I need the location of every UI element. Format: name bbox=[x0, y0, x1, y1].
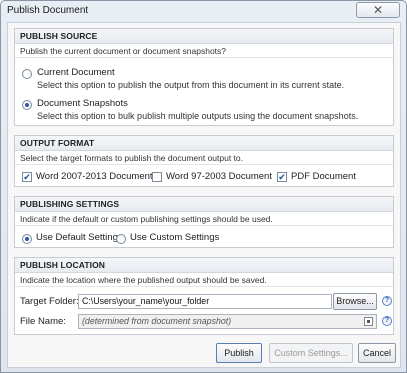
custom-settings-label[interactable]: Use Custom Settings bbox=[130, 232, 219, 243]
title-bar: Publish Document ✕ bbox=[1, 1, 406, 21]
current-document-label[interactable]: Current Document bbox=[37, 67, 115, 78]
file-name-label: File Name: bbox=[20, 316, 66, 327]
publish-source-description: Publish the current document or document… bbox=[15, 44, 393, 58]
checkmark-icon: ✔ bbox=[23, 172, 31, 182]
current-document-description: Select this option to publish the output… bbox=[37, 80, 345, 90]
target-folder-help-icon[interactable]: ? bbox=[382, 296, 392, 306]
word-97-checkbox[interactable] bbox=[152, 172, 162, 182]
file-name-input[interactable]: (determined from document snapshot) bbox=[78, 314, 377, 329]
file-name-picker-icon[interactable] bbox=[364, 317, 373, 326]
target-folder-label: Target Folder: bbox=[20, 296, 79, 307]
document-snapshots-label[interactable]: Document Snapshots bbox=[37, 98, 128, 109]
publish-document-dialog: Publish Document ✕ PUBLISH SOURCE Publis… bbox=[0, 0, 407, 373]
current-document-radio[interactable] bbox=[22, 69, 32, 79]
document-snapshots-radio[interactable] bbox=[22, 100, 32, 110]
publish-location-description: Indicate the location where the publishe… bbox=[15, 273, 393, 287]
publish-button[interactable]: Publish bbox=[216, 343, 262, 363]
close-button[interactable]: ✕ bbox=[356, 2, 400, 18]
output-format-group: OUTPUT FORMAT Select the target formats … bbox=[14, 135, 394, 187]
dialog-body: PUBLISH SOURCE Publish the current docum… bbox=[7, 22, 401, 368]
word-2007-label[interactable]: Word 2007-2013 Document bbox=[36, 171, 153, 182]
target-folder-input[interactable]: C:\Users\your_name\your_folder bbox=[78, 294, 332, 309]
dialog-title: Publish Document bbox=[7, 5, 89, 16]
publish-source-group: PUBLISH SOURCE Publish the current docum… bbox=[14, 28, 394, 126]
pdf-checkbox[interactable]: ✔ bbox=[277, 172, 287, 182]
output-format-description: Select the target formats to publish the… bbox=[15, 151, 393, 165]
word-2007-checkbox[interactable]: ✔ bbox=[22, 172, 32, 182]
checkmark-icon: ✔ bbox=[278, 172, 286, 182]
default-settings-radio[interactable] bbox=[22, 234, 32, 244]
cancel-button[interactable]: Cancel bbox=[358, 343, 396, 363]
publishing-settings-header: PUBLISHING SETTINGS bbox=[15, 197, 393, 212]
document-snapshots-description: Select this option to bulk publish multi… bbox=[37, 111, 359, 121]
publish-location-group: PUBLISH LOCATION Indicate the location w… bbox=[14, 257, 394, 335]
word-97-label[interactable]: Word 97-2003 Document bbox=[166, 171, 272, 182]
file-name-help-icon[interactable]: ? bbox=[382, 316, 392, 326]
publishing-settings-description: Indicate if the default or custom publis… bbox=[15, 212, 393, 226]
pdf-label[interactable]: PDF Document bbox=[291, 171, 356, 182]
custom-settings-button[interactable]: Custom Settings... bbox=[269, 343, 353, 363]
publish-source-header: PUBLISH SOURCE bbox=[15, 29, 393, 44]
browse-button[interactable]: Browse... bbox=[333, 293, 377, 310]
publish-location-header: PUBLISH LOCATION bbox=[15, 258, 393, 273]
output-format-header: OUTPUT FORMAT bbox=[15, 136, 393, 151]
close-icon: ✕ bbox=[372, 3, 384, 17]
custom-settings-radio[interactable] bbox=[116, 234, 126, 244]
default-settings-label[interactable]: Use Default Settings bbox=[36, 232, 123, 243]
publishing-settings-group: PUBLISHING SETTINGS Indicate if the defa… bbox=[14, 196, 394, 248]
